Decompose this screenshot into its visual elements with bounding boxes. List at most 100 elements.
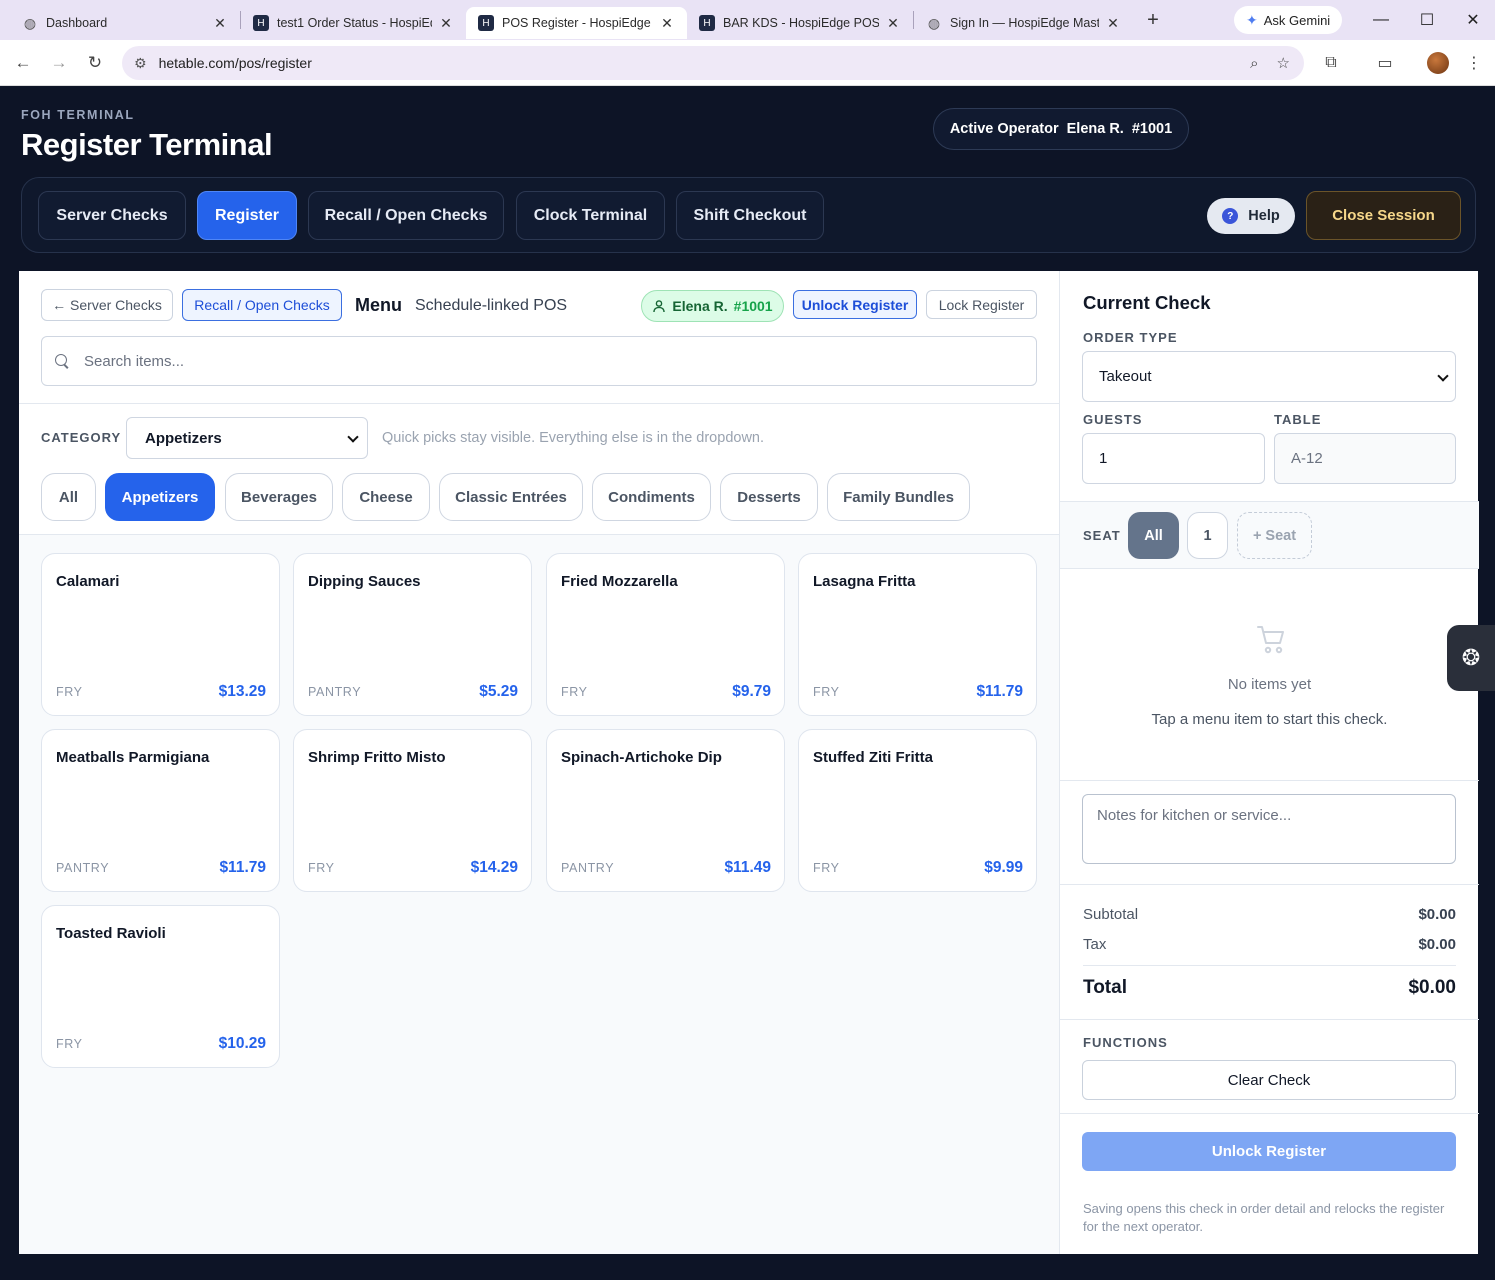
operator-chip: Elena R. #1001 <box>641 290 784 322</box>
menu-item-card[interactable]: Toasted Ravioli FRY $10.29 <box>41 905 280 1068</box>
seat-1-button[interactable]: 1 <box>1187 512 1228 559</box>
browser-menu-icon[interactable]: ⋮ <box>1459 48 1489 78</box>
cart-icon <box>1257 626 1284 654</box>
menu-item-card[interactable]: Calamari FRY $13.29 <box>41 553 280 716</box>
help-button[interactable]: ? Help <box>1207 198 1295 234</box>
nav-clock-terminal[interactable]: Clock Terminal <box>516 191 665 240</box>
item-price: $5.29 <box>479 683 518 700</box>
url-text: hetable.com/pos/register <box>158 55 312 71</box>
close-icon[interactable]: ✕ <box>1105 15 1121 32</box>
browser-tab-active[interactable]: H POS Register - HospiEdge POS ✕ <box>466 7 687 39</box>
user-icon <box>653 300 666 313</box>
close-icon[interactable]: ✕ <box>885 15 901 32</box>
browser-tab[interactable]: ◍ Dashboard ✕ <box>10 7 240 39</box>
menu-item-card[interactable]: Lasagna Fritta FRY $11.79 <box>798 553 1037 716</box>
menu-item-card[interactable]: Dipping Sauces PANTRY $5.29 <box>293 553 532 716</box>
tab-title: POS Register - HospiEdge POS <box>502 16 653 30</box>
category-select[interactable]: Appetizers <box>126 417 368 459</box>
nav-shift-checkout[interactable]: Shift Checkout <box>676 191 824 240</box>
menu-item-card[interactable]: Meatballs Parmigiana PANTRY $11.79 <box>41 729 280 892</box>
notes-textarea[interactable]: Notes for kitchen or service... <box>1082 794 1456 864</box>
assistant-sidebar-icon[interactable]: ❂ <box>1447 625 1495 691</box>
menu-item-card[interactable]: Fried Mozzarella FRY $9.79 <box>546 553 785 716</box>
browser-tab[interactable]: H test1 Order Status - HospiEdge ✕ <box>241 7 466 39</box>
menu-area: ← Server Checks Recall / Open Checks Men… <box>19 271 1059 1254</box>
chip-desserts[interactable]: Desserts <box>720 473 818 521</box>
window-close-icon[interactable]: ✕ <box>1450 6 1495 34</box>
menu-title: Menu <box>355 295 402 315</box>
divider <box>1060 884 1479 885</box>
clear-check-button[interactable]: Clear Check <box>1082 1060 1456 1100</box>
search-placeholder: Search items... <box>84 352 185 370</box>
forward-icon[interactable]: → <box>41 45 77 81</box>
bookmark-star-icon[interactable]: ☆ <box>1277 54 1290 72</box>
nav-recall-open-checks[interactable]: Recall / Open Checks <box>308 191 504 240</box>
new-tab-icon[interactable]: + <box>1139 6 1167 34</box>
close-icon[interactable]: ✕ <box>659 15 675 32</box>
nav-server-checks[interactable]: Server Checks <box>38 191 186 240</box>
close-icon[interactable]: ✕ <box>212 15 228 32</box>
menu-item-card[interactable]: Stuffed Ziti Fritta FRY $9.99 <box>798 729 1037 892</box>
chip-condiments[interactable]: Condiments <box>592 473 711 521</box>
operator-id: #1001 <box>1131 121 1173 137</box>
maximize-icon[interactable]: ☐ <box>1404 6 1450 34</box>
subtotal-row: Subtotal $0.00 <box>1083 906 1456 923</box>
menu-item-card[interactable]: Spinach-Artichoke Dip PANTRY $11.49 <box>546 729 785 892</box>
nav-register[interactable]: Register <box>197 191 297 240</box>
ask-gemini-label: Ask Gemini <box>1263 12 1331 28</box>
item-name: Dipping Sauces <box>308 573 421 590</box>
chevron-down-icon <box>347 431 359 443</box>
search-input[interactable]: Search items... <box>41 336 1037 386</box>
total-label: Total <box>1083 977 1127 998</box>
site-settings-icon[interactable]: ⚙ <box>134 55 147 72</box>
seat-all-button[interactable]: All <box>1128 512 1179 559</box>
tab-title: test1 Order Status - HospiEdge <box>277 16 432 30</box>
chip-beverages[interactable]: Beverages <box>225 473 333 521</box>
unlock-register-button[interactable]: Unlock Register <box>793 290 917 319</box>
cast-icon[interactable]: ▭ <box>1370 48 1400 78</box>
chip-classic-entrees[interactable]: Classic Entrées <box>439 473 583 521</box>
tab-title: BAR KDS - HospiEdge POS <box>723 16 879 30</box>
zoom-icon[interactable]: ⌕ <box>1250 55 1258 72</box>
tax-value: $0.00 <box>1418 936 1456 953</box>
item-station: FRY <box>813 685 840 699</box>
menu-item-card[interactable]: Shrimp Fritto Misto FRY $14.29 <box>293 729 532 892</box>
globe-icon: ◍ <box>927 14 941 31</box>
table-input[interactable]: A-12 <box>1274 433 1456 484</box>
recall-open-checks-button[interactable]: Recall / Open Checks <box>182 289 342 321</box>
active-operator-pill: Active Operator Elena R. #1001 <box>933 108 1189 150</box>
item-name: Meatballs Parmigiana <box>56 749 210 766</box>
search-icon <box>54 353 70 369</box>
guests-input[interactable]: 1 <box>1082 433 1265 484</box>
item-name: Shrimp Fritto Misto <box>308 749 446 766</box>
url-bar[interactable]: ⚙ hetable.com/pos/register ⌕ ☆ <box>122 46 1304 80</box>
browser-tab[interactable]: ◍ Sign In — HospiEdge Master ✕ <box>914 7 1133 39</box>
close-session-button[interactable]: Close Session <box>1306 191 1461 240</box>
unlock-register-primary-button[interactable]: Unlock Register <box>1082 1132 1456 1171</box>
chevron-down-icon <box>1437 370 1449 382</box>
item-station: FRY <box>56 685 83 699</box>
back-icon[interactable]: ← <box>5 45 41 81</box>
item-price: $10.29 <box>218 1035 266 1052</box>
extensions-icon[interactable]: ⧉ <box>1316 48 1346 78</box>
add-seat-button[interactable]: + Seat <box>1237 512 1312 559</box>
chip-all[interactable]: All <box>41 473 96 521</box>
close-icon[interactable]: ✕ <box>438 15 454 32</box>
order-type-select[interactable]: Takeout <box>1082 351 1456 402</box>
chip-family-bundles[interactable]: Family Bundles <box>827 473 970 521</box>
lock-register-button[interactable]: Lock Register <box>926 290 1037 319</box>
item-station: PANTRY <box>308 685 362 699</box>
item-name: Fried Mozzarella <box>561 573 678 590</box>
reload-icon[interactable]: ↻ <box>77 45 113 81</box>
back-server-checks-button[interactable]: ← Server Checks <box>41 289 173 321</box>
tax-row: Tax $0.00 <box>1083 936 1456 953</box>
chip-appetizers[interactable]: Appetizers <box>105 473 215 521</box>
chip-cheese[interactable]: Cheese <box>342 473 430 521</box>
register-content: ← Server Checks Recall / Open Checks Men… <box>19 271 1479 1254</box>
app-favicon-icon: H <box>253 15 269 31</box>
ask-gemini-button[interactable]: ✦ Ask Gemini <box>1234 6 1343 34</box>
minimize-icon[interactable]: — <box>1358 6 1404 34</box>
profile-avatar[interactable] <box>1427 52 1449 74</box>
browser-tab[interactable]: H BAR KDS - HospiEdge POS ✕ <box>687 7 913 39</box>
total-value: $0.00 <box>1408 977 1456 998</box>
